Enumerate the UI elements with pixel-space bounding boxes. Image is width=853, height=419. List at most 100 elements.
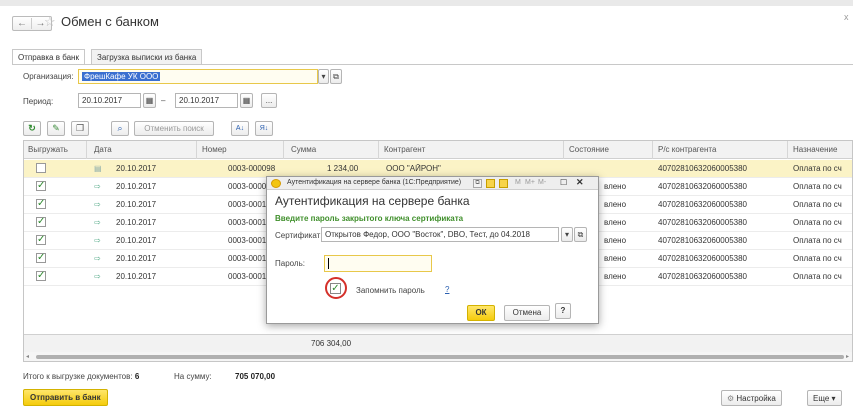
calendar-icon[interactable] (486, 179, 495, 188)
sort-asc-icon[interactable]: A↓ (231, 121, 249, 136)
col-export[interactable]: Выгружать (28, 145, 68, 154)
export-checkbox[interactable] (36, 163, 46, 173)
row-number: 0003-0001 (228, 200, 267, 209)
app-logo-icon (271, 179, 281, 188)
dialog-heading: Аутентификация на сервере банка (275, 194, 470, 208)
doc-sent-icon: ⇨ (94, 182, 101, 191)
row-purpose: Оплата по сч (793, 254, 842, 263)
calendar-from-icon[interactable]: ▦ (143, 93, 156, 108)
table-footer: 706 304,00 (24, 334, 852, 352)
col-date[interactable]: Дата (94, 145, 112, 154)
ok-button[interactable]: ОК (467, 305, 495, 321)
row-state: влено (604, 236, 627, 245)
period-select-button[interactable]: ... (261, 93, 277, 108)
help-link[interactable]: ? (445, 285, 449, 294)
auth-dialog: Аутентификация на сервере банка (1С:Пред… (266, 176, 599, 324)
row-account: 40702810632060005380 (658, 272, 747, 281)
settings-button[interactable]: ⚙ Настройка (721, 390, 782, 406)
row-purpose: Оплата по сч (793, 182, 842, 191)
more-button[interactable]: Еще ▾ (807, 390, 842, 406)
org-dropdown-button[interactable]: ▾ (318, 69, 329, 84)
doc-sent-icon: ⇨ (94, 254, 101, 263)
col-state[interactable]: Состояние (569, 145, 609, 154)
row-date: 20.10.2017 (116, 164, 157, 173)
export-checkbox[interactable]: ✓ (36, 253, 46, 263)
sort-desc-icon[interactable]: Я↓ (255, 121, 273, 136)
search-icon[interactable]: ⌕ (111, 121, 129, 136)
export-checkbox[interactable]: ✓ (36, 271, 46, 281)
row-number: 0003-0000 (228, 182, 267, 191)
export-checkbox[interactable]: ✓ (36, 217, 46, 227)
row-account: 40702810632060005380 (658, 254, 747, 263)
row-number: 0003-0001 (228, 218, 267, 227)
remember-password-checkbox[interactable]: ✓ (330, 283, 341, 294)
password-label: Пароль: (275, 259, 305, 268)
organization-field[interactable]: ФрешКафе УК ООО (78, 69, 318, 84)
date-from-field[interactable]: 20.10.2017 (78, 93, 141, 108)
docs-total-label: Итого к выгрузке документов: (23, 372, 133, 381)
sum-total-value: 705 070,00 (235, 372, 276, 381)
table-header: Выгружать Дата Номер Сумма Контрагент Со… (24, 141, 852, 159)
docs-total: Итого к выгрузке документов: 6 (23, 372, 139, 381)
row-state: влено (604, 182, 627, 191)
col-purpose[interactable]: Назначение (793, 145, 837, 154)
sum-total-value-wrap: 705 070,00 (235, 372, 275, 381)
doc-sent-icon: ⇨ (94, 236, 101, 245)
col-sum[interactable]: Сумма (291, 145, 316, 154)
password-input[interactable] (324, 255, 432, 272)
row-date: 20.10.2017 (116, 200, 157, 209)
org-open-button[interactable]: ⧉ (330, 69, 342, 84)
row-date: 20.10.2017 (116, 182, 157, 191)
certificate-dropdown-icon[interactable]: ▾ (561, 227, 573, 242)
row-number: 0003-0001 (228, 236, 267, 245)
row-account: 40702810632060005380 (658, 236, 747, 245)
date-to-field[interactable]: 20.10.2017 (175, 93, 238, 108)
period-dash: – (161, 96, 166, 105)
doc-icon: ▤ (94, 164, 102, 173)
calendar-to-icon[interactable]: ▦ (240, 93, 253, 108)
gear-icon: ⚙ (727, 394, 735, 403)
col-account[interactable]: Р/с контрагента (658, 145, 716, 154)
close-icon[interactable]: x (844, 12, 849, 22)
row-number: 0003-000098 (228, 164, 276, 173)
link-icon[interactable]: ⧉ (473, 179, 482, 188)
help-button[interactable]: ? (555, 303, 571, 319)
scrollbar-thumb[interactable] (36, 355, 844, 359)
back-icon[interactable]: ← (13, 18, 31, 29)
memory-m[interactable]: M (515, 179, 521, 186)
tab-send-to-bank[interactable]: Отправка в банк (12, 49, 85, 65)
scroll-left-icon[interactable]: ◂ (26, 353, 29, 360)
row-date: 20.10.2017 (116, 218, 157, 227)
export-checkbox[interactable]: ✓ (36, 199, 46, 209)
refresh-icon[interactable]: ↻ (23, 121, 41, 136)
col-counterparty[interactable]: Контрагент (384, 145, 425, 154)
export-checkbox[interactable]: ✓ (36, 235, 46, 245)
row-date: 20.10.2017 (116, 236, 157, 245)
certificate-open-icon[interactable]: ⧉ (574, 227, 587, 242)
row-account: 40702810632060005380 (658, 164, 747, 173)
row-purpose: Оплата по сч (793, 200, 842, 209)
col-number[interactable]: Номер (202, 145, 227, 154)
edit-icon[interactable]: ✎ (47, 121, 65, 136)
send-to-bank-button[interactable]: Отправить в банк (23, 389, 108, 406)
tab-load-statement[interactable]: Загрузка выписки из банка (91, 49, 203, 65)
dialog-close-icon[interactable]: ✕ (576, 177, 584, 188)
cancel-button[interactable]: Отмена (504, 305, 550, 321)
memory-mminus[interactable]: M- (538, 179, 546, 186)
row-counterparty: ООО "АЙРОН" (386, 164, 441, 173)
dialog-titlebar: Аутентификация на сервере банка (1С:Пред… (267, 177, 598, 190)
row-sum: 1 234,00 (327, 164, 359, 173)
copy-icon[interactable]: ❐ (71, 121, 89, 136)
calculator-icon[interactable] (499, 179, 508, 188)
text-cursor (328, 258, 329, 269)
scroll-right-icon[interactable]: ▸ (846, 353, 849, 360)
certificate-field[interactable]: Открытов Федор, ООО "Восток", DBO, Тест,… (321, 227, 559, 242)
maximize-icon[interactable]: ☐ (560, 178, 567, 187)
cancel-search-button[interactable]: Отменить поиск (134, 121, 214, 136)
export-checkbox[interactable]: ✓ (36, 181, 46, 191)
row-purpose: Оплата по сч (793, 164, 842, 173)
remember-password-label: Запомнить пароль (356, 286, 425, 295)
favorite-star-icon[interactable]: ☆ (44, 14, 56, 30)
horizontal-scrollbar[interactable]: ◂ ▸ (24, 352, 852, 361)
memory-mplus[interactable]: M+ (525, 179, 535, 186)
